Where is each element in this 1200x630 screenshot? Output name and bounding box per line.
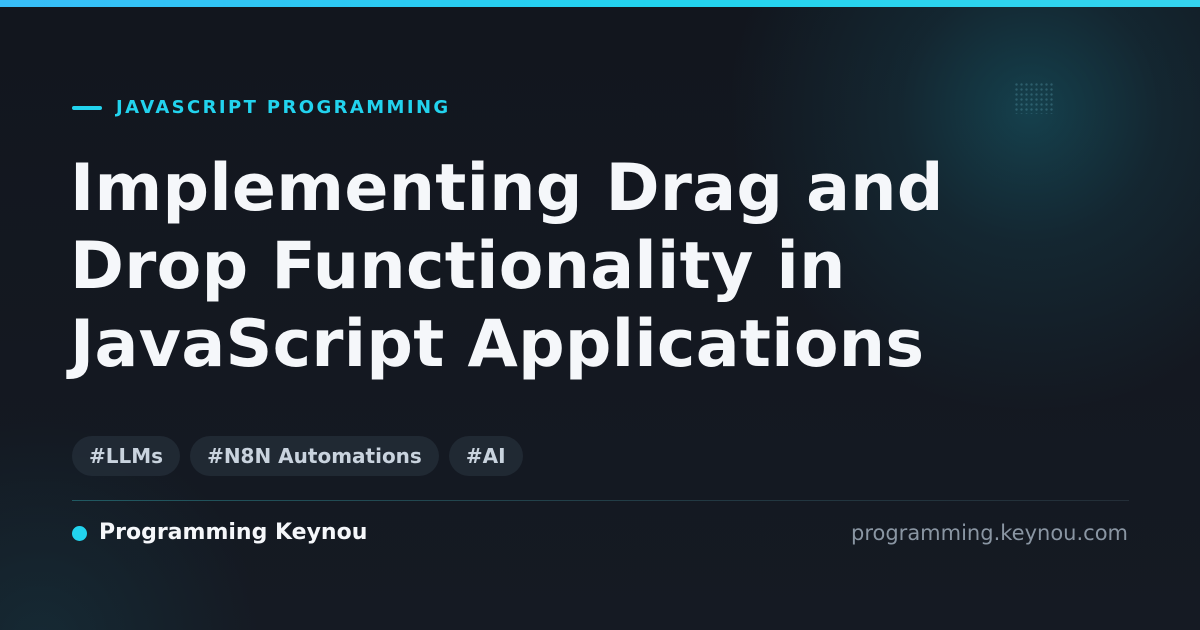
- dot-grid-icon: [1014, 82, 1054, 114]
- accent-top-bar: [0, 0, 1200, 7]
- divider: [72, 500, 1129, 501]
- category-label: JAVASCRIPT PROGRAMMING: [116, 97, 451, 118]
- accent-dot-icon: [72, 525, 87, 541]
- category-heading: JAVASCRIPT PROGRAMMING: [72, 96, 451, 120]
- tag-ai[interactable]: #AI: [448, 436, 523, 476]
- accent-dash-icon: [72, 106, 102, 110]
- site-domain[interactable]: programming.keynou.com: [851, 520, 1128, 546]
- og-card: JAVASCRIPT PROGRAMMING Implementing Drag…: [0, 0, 1200, 630]
- brand: Programming Keynou: [72, 520, 367, 546]
- tag-list: #LLMs #N8N Automations #AI: [72, 436, 523, 476]
- page-title: Implementing Drag and Drop Functionality…: [70, 151, 944, 382]
- brand-name: Programming Keynou: [99, 520, 368, 545]
- tag-n8n-automations[interactable]: #N8N Automations: [190, 436, 439, 476]
- tag-llms[interactable]: #LLMs: [72, 436, 181, 476]
